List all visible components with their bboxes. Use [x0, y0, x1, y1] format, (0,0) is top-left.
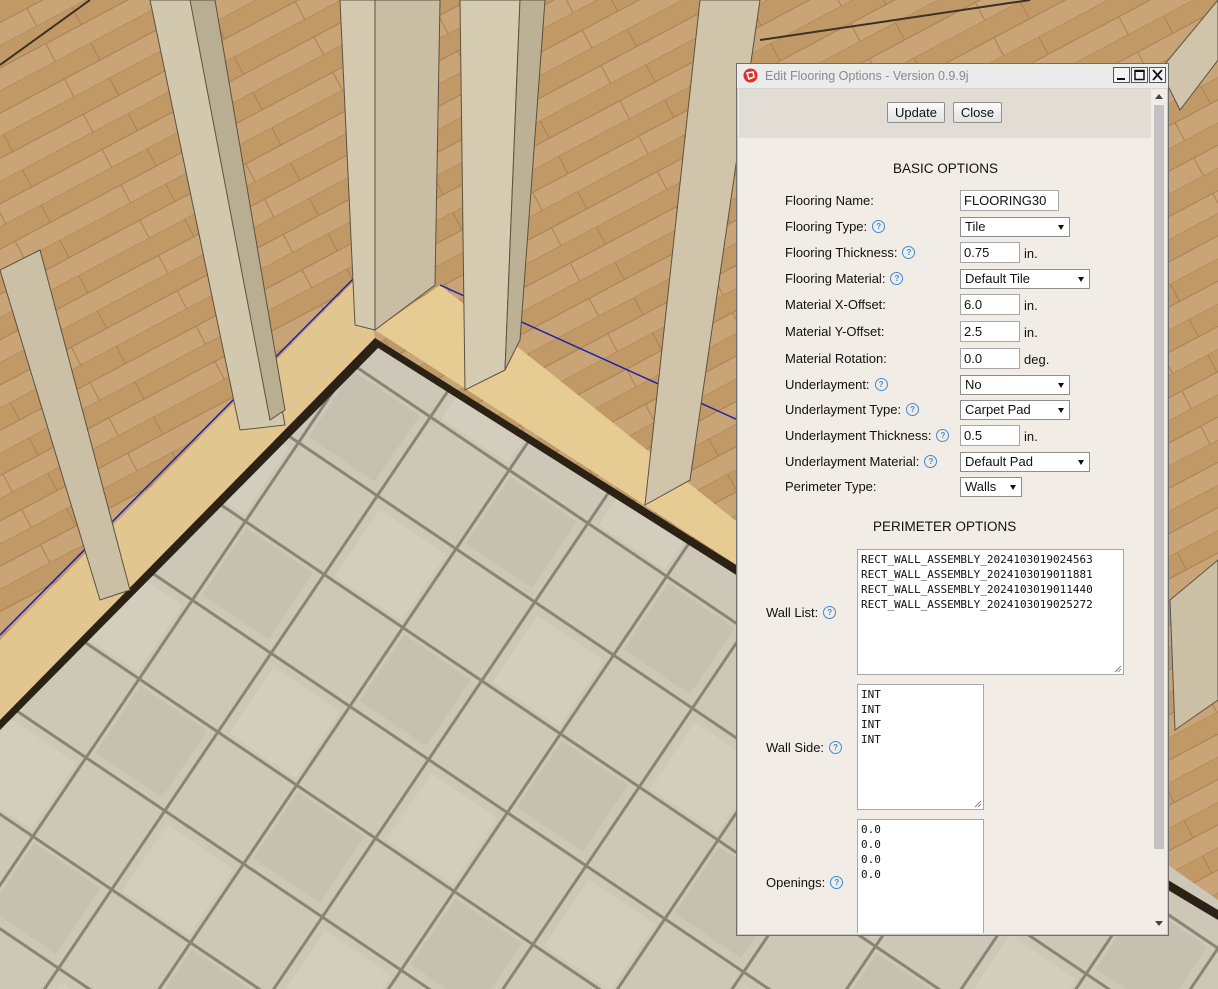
- openings-row: Openings:?: [766, 875, 844, 890]
- x-offset-unit: in.: [1024, 298, 1038, 313]
- underlayment-type-row: Underlayment Type:?: [785, 402, 920, 417]
- y-offset-label: Material Y-Offset:: [785, 324, 885, 339]
- scroll-up-icon[interactable]: [1155, 94, 1163, 99]
- title-bar[interactable]: Edit Flooring Options - Version 0.9.9j: [737, 64, 1168, 89]
- perimeter-type-select[interactable]: Walls: [960, 477, 1022, 497]
- resize-grip-icon[interactable]: [1114, 665, 1122, 673]
- underlayment-thickness-label: Underlayment Thickness:: [785, 428, 932, 443]
- help-icon[interactable]: ?: [906, 403, 920, 416]
- resize-grip-icon[interactable]: [974, 800, 982, 808]
- scrollbar-thumb[interactable]: [1154, 105, 1164, 849]
- help-icon[interactable]: ?: [829, 741, 843, 754]
- flooring-type-value: Tile: [965, 219, 986, 234]
- underlayment-material-value: Default Pad: [965, 454, 1033, 469]
- flooring-material-select[interactable]: Default Tile: [960, 269, 1090, 289]
- help-icon[interactable]: ?: [830, 876, 844, 889]
- underlayment-select[interactable]: No: [960, 375, 1070, 395]
- underlayment-material-label: Underlayment Material:: [785, 454, 920, 469]
- underlayment-type-value: Carpet Pad: [965, 402, 1031, 417]
- wall-list-row: Wall List:?: [766, 605, 837, 620]
- underlayment-material-row: Underlayment Material:?: [785, 454, 938, 469]
- openings-text: 0.0 0.0 0.0 0.0: [861, 823, 881, 881]
- update-button[interactable]: Update: [887, 102, 945, 123]
- dialog-content: Update Close BASIC OPTIONS Flooring Name…: [739, 89, 1151, 933]
- maximize-button[interactable]: [1131, 67, 1148, 83]
- button-bar: Update Close: [739, 89, 1151, 138]
- chevron-down-icon: [1078, 460, 1084, 465]
- minimize-icon: [1117, 78, 1125, 80]
- help-icon[interactable]: ?: [823, 606, 837, 619]
- underlayment-type-label: Underlayment Type:: [785, 402, 902, 417]
- minimize-button[interactable]: [1113, 67, 1130, 83]
- rotation-label: Material Rotation:: [785, 351, 887, 366]
- close-icon: [1152, 69, 1163, 81]
- wall-list-label: Wall List:: [766, 605, 819, 620]
- perimeter-type-value: Walls: [965, 479, 997, 494]
- window-title: Edit Flooring Options - Version 0.9.9j: [765, 69, 969, 83]
- chevron-down-icon: [1058, 225, 1064, 230]
- underlayment-value: No: [965, 377, 982, 392]
- help-icon[interactable]: ?: [936, 429, 950, 442]
- flooring-material-row: Flooring Material:?: [785, 271, 904, 286]
- wall-side-label: Wall Side:: [766, 740, 825, 755]
- rotation-unit: deg.: [1024, 352, 1050, 367]
- basic-options-heading: BASIC OPTIONS: [893, 161, 999, 176]
- help-icon[interactable]: ?: [874, 378, 888, 391]
- flooring-type-label: Flooring Type:: [785, 219, 868, 234]
- flooring-material-label: Flooring Material:: [785, 271, 886, 286]
- chevron-down-icon: [1010, 485, 1016, 490]
- underlayment-row: Underlayment:?: [785, 377, 888, 392]
- flooring-thickness-field[interactable]: 0.75: [960, 242, 1020, 263]
- perimeter-type-label: Perimeter Type:: [785, 479, 877, 494]
- sketchup-icon: [743, 68, 758, 83]
- flooring-thickness-unit: in.: [1024, 246, 1038, 261]
- x-offset-field[interactable]: 6.0: [960, 294, 1020, 315]
- help-icon[interactable]: ?: [872, 220, 886, 233]
- chevron-down-icon: [1078, 277, 1084, 282]
- close-window-button[interactable]: [1149, 67, 1166, 83]
- wall-list-textarea[interactable]: RECT_WALL_ASSEMBLY_2024103019024563 RECT…: [857, 549, 1124, 675]
- help-icon[interactable]: ?: [924, 455, 938, 468]
- flooring-name-label: Flooring Name:: [785, 193, 874, 208]
- flooring-type-row: Flooring Type:?: [785, 219, 886, 234]
- chevron-down-icon: [1058, 383, 1064, 388]
- underlayment-thickness-row: Underlayment Thickness:?: [785, 428, 950, 443]
- close-button[interactable]: Close: [953, 102, 1002, 123]
- help-icon[interactable]: ?: [890, 272, 904, 285]
- underlayment-thickness-field[interactable]: 0.5: [960, 425, 1020, 446]
- wall-side-textarea[interactable]: INT INT INT INT: [857, 684, 984, 810]
- edit-flooring-dialog: Edit Flooring Options - Version 0.9.9j U…: [736, 63, 1169, 936]
- wall-list-text: RECT_WALL_ASSEMBLY_2024103019024563 RECT…: [861, 553, 1093, 611]
- flooring-thickness-row: Flooring Thickness:?: [785, 245, 916, 260]
- underlayment-thickness-unit: in.: [1024, 429, 1038, 444]
- rotation-field[interactable]: 0.0: [960, 348, 1020, 369]
- flooring-name-field[interactable]: FLOORING30: [960, 190, 1059, 211]
- underlayment-label: Underlayment:: [785, 377, 870, 392]
- openings-label: Openings:: [766, 875, 826, 890]
- openings-textarea[interactable]: 0.0 0.0 0.0 0.0: [857, 819, 984, 933]
- x-offset-label: Material X-Offset:: [785, 297, 886, 312]
- wall-side-text: INT INT INT INT: [861, 688, 881, 746]
- perimeter-options-heading: PERIMETER OPTIONS: [873, 519, 1017, 534]
- y-offset-field[interactable]: 2.5: [960, 321, 1020, 342]
- help-icon[interactable]: ?: [902, 246, 916, 259]
- underlayment-type-select[interactable]: Carpet Pad: [960, 400, 1070, 420]
- y-offset-unit: in.: [1024, 325, 1038, 340]
- underlayment-material-select[interactable]: Default Pad: [960, 452, 1090, 472]
- scroll-down-icon[interactable]: [1155, 921, 1163, 926]
- maximize-icon: [1134, 69, 1145, 81]
- wall-side-row: Wall Side:?: [766, 740, 843, 755]
- flooring-thickness-label: Flooring Thickness:: [785, 245, 898, 260]
- flooring-type-select[interactable]: Tile: [960, 217, 1070, 237]
- flooring-material-value: Default Tile: [965, 271, 1031, 286]
- chevron-down-icon: [1058, 408, 1064, 413]
- vertical-scrollbar[interactable]: [1152, 89, 1167, 934]
